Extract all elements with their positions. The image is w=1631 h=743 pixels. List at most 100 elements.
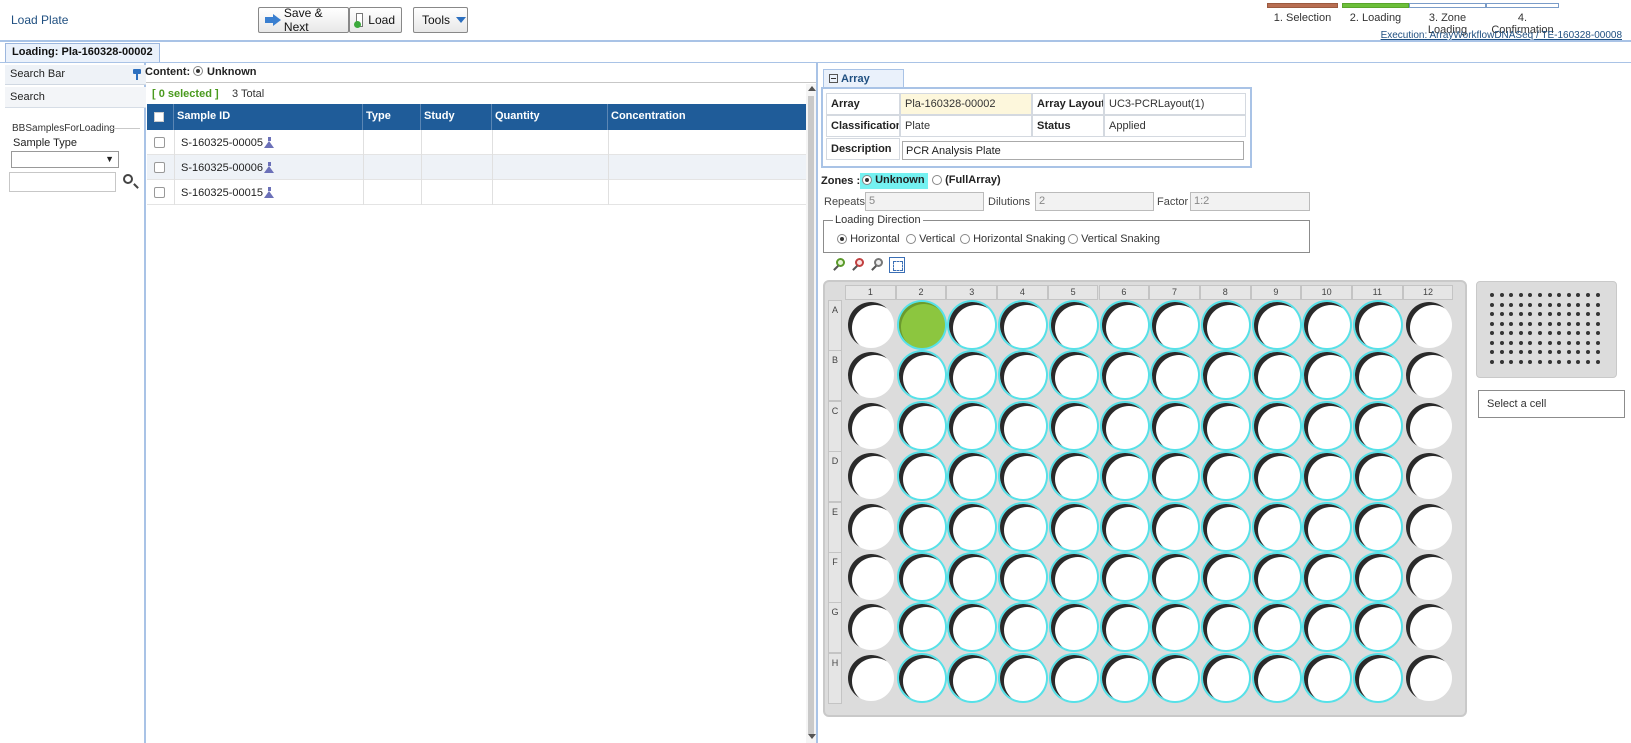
direction-vertical-snaking[interactable]: Vertical Snaking [1068,233,1160,245]
plate-row-header[interactable]: B [828,350,842,402]
plate-well[interactable] [1050,352,1097,399]
collapse-icon[interactable] [829,74,838,83]
plate-well[interactable] [1253,654,1300,701]
plate-well[interactable] [1253,352,1300,399]
plate-well[interactable] [1304,402,1351,449]
plate-well[interactable] [1405,654,1452,701]
plate-well[interactable] [949,503,996,550]
plate-well[interactable] [1050,654,1097,701]
plate-well[interactable] [1202,604,1249,651]
zone-unknown-option[interactable]: Unknown [860,173,928,189]
plate-column-header[interactable]: 7 [1149,285,1200,300]
direction-horizontal-radio[interactable] [837,234,847,245]
step-selection[interactable]: 1. Selection [1267,3,1338,24]
plate-well[interactable] [1101,302,1148,348]
plate-well[interactable] [1101,654,1148,701]
plate-well[interactable] [1405,604,1452,651]
plate-well[interactable] [1101,604,1148,651]
plate-column-header[interactable]: 10 [1301,285,1352,300]
plate-well[interactable] [898,503,945,550]
tab-loading[interactable]: Loading: Pla-160328-00002 [5,43,160,62]
plate-column-header[interactable]: 4 [997,285,1048,300]
plate-well[interactable] [898,352,945,399]
content-unknown-radio[interactable] [193,66,203,77]
zone-fullarray-radio[interactable] [932,175,942,186]
plate-well[interactable] [1050,402,1097,449]
plate-well[interactable] [1355,654,1401,701]
plate-well[interactable] [898,604,945,651]
plate-well[interactable] [1050,503,1097,550]
table-row[interactable]: S-160325-00015 [147,180,813,205]
plate-well[interactable] [1050,554,1097,600]
col-sample-id[interactable]: Sample ID [174,104,363,130]
plate-well[interactable] [1202,503,1249,550]
plate-well[interactable] [1355,503,1401,550]
scroll-thumb[interactable] [808,96,814,734]
col-concentration[interactable]: Concentration [608,104,813,130]
plate-row-header[interactable]: D [828,451,842,503]
plate-well[interactable] [1355,302,1401,348]
plate-column-header[interactable]: 11 [1352,285,1403,300]
plate-well[interactable] [1355,453,1401,500]
col-study[interactable]: Study [421,104,492,130]
plate-column-header[interactable]: 1 [845,285,896,300]
search-section-header[interactable]: Search [5,87,146,108]
plate-column-header[interactable]: 6 [1098,285,1150,300]
direction-vertical[interactable]: Vertical [906,233,955,245]
plate-well[interactable] [1101,453,1148,500]
fit-to-screen-icon[interactable] [889,257,905,273]
plate-row-header[interactable]: H [828,652,842,704]
plate-column-header[interactable]: 12 [1402,285,1454,300]
scroll-up-icon[interactable] [808,86,816,91]
plate-well[interactable] [848,453,894,500]
plate-well[interactable] [1405,453,1452,500]
zoom-out-icon[interactable] [851,257,867,273]
description-field[interactable]: PCR Analysis Plate [902,141,1244,160]
row-checkbox[interactable] [154,187,165,198]
plate-well[interactable] [1000,453,1047,500]
plate-well[interactable] [848,402,894,449]
plate-well[interactable] [1101,352,1148,399]
plate-well[interactable] [1253,554,1300,600]
sample-type-select[interactable]: ▼ [11,151,119,168]
plate-well[interactable] [1253,402,1300,449]
zone-fullarray-option[interactable]: (FullArray) [932,174,1001,186]
plate-well[interactable] [1000,302,1047,348]
plate-well[interactable] [1050,604,1097,651]
plate-well[interactable] [1202,352,1249,399]
row-checkbox[interactable] [154,137,165,148]
plate-well[interactable] [1253,604,1300,651]
plate-well[interactable] [1000,402,1047,449]
step-loading[interactable]: 2. Loading [1342,3,1409,24]
direction-horizontal-snaking-radio[interactable] [960,234,970,245]
scroll-down-icon[interactable] [808,734,816,739]
plate-well[interactable] [949,654,996,701]
plate-well[interactable] [1000,554,1047,600]
direction-horizontal-snaking[interactable]: Horizontal Snaking [960,233,1065,245]
plate-column-header[interactable]: 2 [895,285,947,300]
repeats-input[interactable]: 5 [865,192,984,211]
plate-well[interactable] [1152,402,1199,449]
plate-well[interactable] [1202,453,1249,500]
plate-well[interactable] [898,654,945,701]
plate-well[interactable] [1202,654,1249,701]
plate-well[interactable] [1355,554,1401,600]
save-next-button[interactable]: Save & Next [258,6,349,34]
direction-horizontal[interactable]: Horizontal [837,233,900,245]
pin-icon[interactable] [133,69,141,80]
plate-column-header[interactable]: 9 [1250,285,1302,300]
plate-well[interactable] [1304,302,1351,348]
table-row[interactable]: S-160325-00006 [147,155,813,180]
plate-well[interactable] [1405,503,1452,550]
plate-well[interactable] [1253,302,1300,348]
plate-well[interactable] [898,453,945,500]
select-all-cell[interactable] [147,104,174,130]
zoom-reset-icon[interactable] [870,257,886,273]
plate-well[interactable] [1152,302,1199,348]
zoom-in-icon[interactable] [832,257,848,273]
plate-well[interactable] [1253,453,1300,500]
sample-id-cell[interactable]: S-160325-00015 [181,187,275,199]
plate-well[interactable] [898,302,945,348]
direction-vertical-snaking-radio[interactable] [1068,234,1078,245]
panel-splitter[interactable] [816,63,818,743]
